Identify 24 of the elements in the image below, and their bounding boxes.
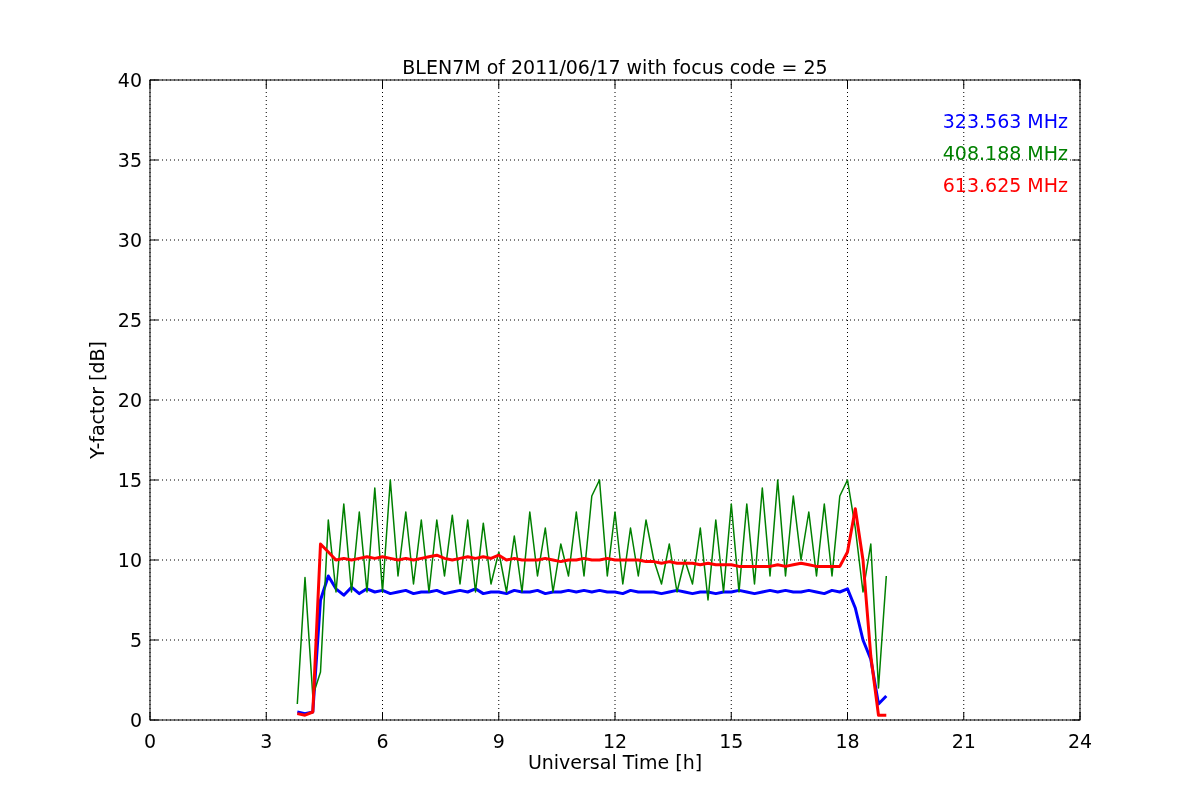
y-tick-label: 35 bbox=[117, 149, 142, 171]
x-tick-label: 18 bbox=[835, 730, 860, 752]
legend-label: 323.563 MHz bbox=[942, 110, 1068, 132]
y-tick-label: 30 bbox=[117, 229, 142, 251]
x-tick-label: 9 bbox=[492, 730, 505, 752]
chart-title: BLEN7M of 2011/06/17 with focus code = 25 bbox=[402, 56, 828, 78]
x-tick-label: 21 bbox=[951, 730, 976, 752]
y-tick-label: 15 bbox=[117, 469, 142, 491]
y-tick-label: 5 bbox=[129, 629, 142, 651]
x-tick-label: 15 bbox=[719, 730, 744, 752]
x-tick-label: 0 bbox=[143, 730, 157, 752]
legend-label: 408.188 MHz bbox=[942, 142, 1068, 164]
y-tick-label: 40 bbox=[117, 69, 142, 91]
y-axis-label: Y-factor [dB] bbox=[86, 341, 108, 459]
x-tick-label: 12 bbox=[602, 730, 628, 752]
x-axis-label: Universal Time [h] bbox=[527, 751, 703, 773]
y-tick-label: 25 bbox=[117, 309, 142, 331]
y-tick-label: 0 bbox=[129, 709, 142, 731]
y-tick-label: 20 bbox=[117, 389, 142, 411]
y-tick-label: 10 bbox=[117, 549, 142, 571]
x-tick-label: 3 bbox=[260, 730, 273, 752]
x-tick-label: 24 bbox=[1067, 730, 1093, 752]
legend-label: 613.625 MHz bbox=[942, 174, 1068, 196]
x-tick-label: 6 bbox=[376, 730, 389, 752]
